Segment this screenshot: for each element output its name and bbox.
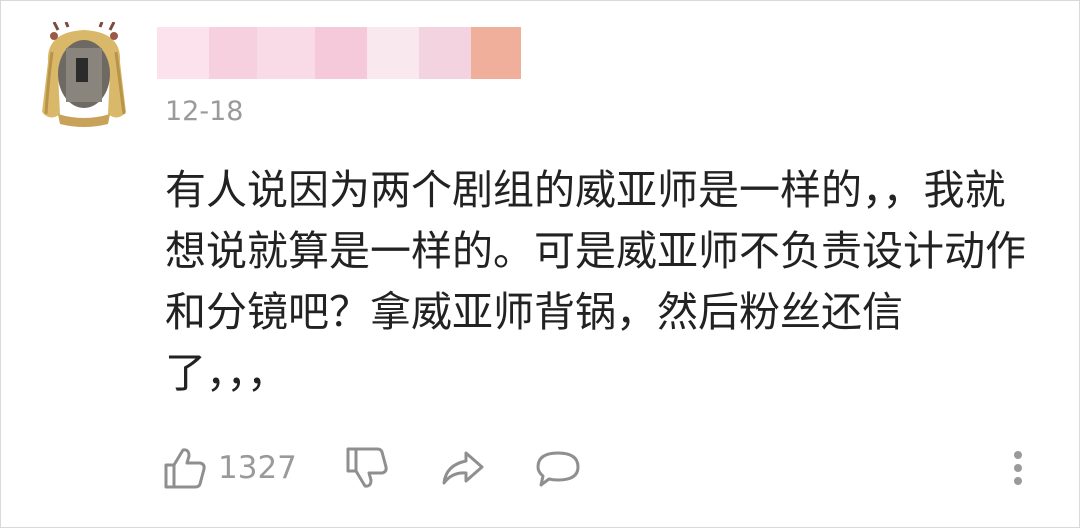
like-count: 1327 [218,450,297,486]
reply-icon [536,451,580,487]
comment-line: 有人说因为两个剧组的威亚师是一样的，，我就 [165,166,1006,214]
thumbs-down-icon [346,447,388,488]
comment-date: 12-18 [165,96,244,127]
comment-text: 有人说因为两个剧组的威亚师是一样的，，我就 想说就算是一样的。可是威亚师不负责设… [165,160,1055,404]
avatar-image [42,21,126,127]
user-avatar[interactable] [38,21,130,128]
more-icon [1014,451,1022,485]
comment-line: 想说就算是一样的。可是威亚师不负责设计动作 [165,227,1026,275]
like-button[interactable]: 1327 [162,438,297,498]
more-options-button[interactable] [1008,438,1028,498]
username-blurred [157,27,523,79]
comment-actions: 1327 [0,438,1080,498]
comment-line: 了，，， [165,349,288,397]
comment-line: 和分镜吧？拿威亚师背锅，然后粉丝还信 [165,288,903,336]
share-icon [442,451,484,485]
thumbs-up-icon [164,448,206,489]
share-button[interactable] [440,438,486,498]
dislike-button[interactable] [344,438,390,498]
reply-button[interactable] [534,438,582,498]
